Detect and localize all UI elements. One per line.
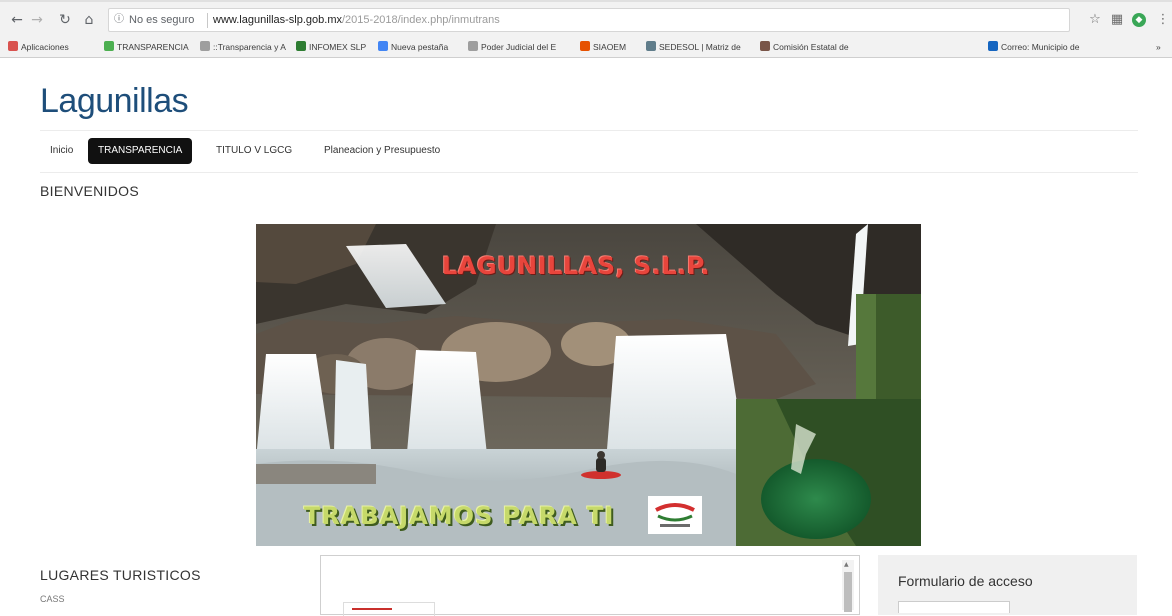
page-icon: [468, 41, 478, 51]
reload-icon[interactable]: ↻: [56, 11, 74, 29]
content-tab[interactable]: [343, 602, 435, 616]
bookmark-sedesol[interactable]: SEDESOL | Matriz de: [646, 36, 741, 58]
content-frame: [320, 555, 860, 616]
bookmark-label: Poder Judicial del E: [481, 42, 557, 52]
bookmarks-overflow[interactable]: »: [1156, 36, 1161, 58]
address-separator: [207, 13, 208, 28]
menu-icon[interactable]: ⋮: [1154, 11, 1172, 29]
bookmark-label: Correo: Municipio de: [1001, 42, 1080, 52]
bookmark-icon: [646, 41, 656, 51]
bookmark-transparencia-a[interactable]: ::Transparencia y A: [200, 36, 286, 58]
security-label: No es seguro: [129, 14, 195, 26]
scroll-thumb[interactable]: [844, 572, 852, 612]
star-icon[interactable]: ☆: [1086, 11, 1104, 29]
menu-item-titulo-v-lgcg[interactable]: TITULO V LGCG: [206, 138, 302, 164]
mail-icon: [988, 41, 998, 51]
bookmark-label: ::Transparencia y A: [213, 42, 286, 52]
sidebar-item[interactable]: CASS: [40, 594, 65, 604]
bookmark-aplicaciones[interactable]: Aplicaciones: [8, 36, 69, 58]
bookmark-label: INFOMEX SLP: [309, 42, 367, 52]
sidebar-heading: LUGARES TURISTICOS: [40, 567, 201, 583]
scroll-up-icon[interactable]: ▲: [844, 561, 849, 568]
menu-item-inicio[interactable]: Inicio: [40, 138, 83, 164]
bookmark-label: Nueva pestaña: [391, 42, 449, 52]
login-title: Formulario de acceso: [898, 573, 1033, 589]
browser-toolbar: ← → ↻ ⌂ ⓘ No es seguro www.lagunillas-sl…: [0, 0, 1172, 36]
back-icon[interactable]: ←: [8, 11, 26, 29]
extension-green-icon[interactable]: ◆: [1132, 13, 1146, 27]
address-bar[interactable]: ⓘ No es seguro www.lagunillas-slp.gob.mx…: [108, 8, 1070, 32]
bookmark-nueva-pestana[interactable]: Nueva pestaña: [378, 36, 448, 58]
site-title[interactable]: Lagunillas: [40, 82, 189, 121]
bookmark-poder-judicial[interactable]: Poder Judicial del E: [468, 36, 556, 58]
login-panel: Formulario de acceso: [878, 555, 1137, 615]
bookmark-transparencia[interactable]: TRANSPARENCIA: [104, 36, 189, 58]
bookmark-siaoem[interactable]: SIAOEM: [580, 36, 626, 58]
google-icon: [378, 41, 388, 51]
welcome-heading: BIENVENIDOS: [40, 183, 139, 199]
divider: [40, 130, 1138, 131]
content-scrollbar[interactable]: ▲: [842, 560, 854, 612]
menu-item-planeacion[interactable]: Planeacion y Presupuesto: [314, 138, 450, 164]
divider: [40, 172, 1138, 173]
bookmark-infomex[interactable]: INFOMEX SLP: [296, 36, 366, 58]
globe-icon: [296, 41, 306, 51]
url-host: www.lagunillas-slp.gob.mx: [213, 14, 342, 26]
banner-title: LAGUNILLAS, S.L.P.: [442, 252, 711, 280]
bookmark-label: TRANSPARENCIA: [117, 42, 189, 52]
menu-item-transparencia[interactable]: TRANSPARENCIA: [88, 138, 193, 164]
home-icon[interactable]: ⌂: [80, 11, 98, 29]
bookmarks-bar: Aplicaciones TRANSPARENCIA ::Transparenc…: [0, 36, 1172, 58]
apps-icon: [8, 41, 18, 51]
bookmark-icon: [760, 41, 770, 51]
info-icon[interactable]: ⓘ: [114, 9, 124, 31]
username-field[interactable]: [898, 601, 1010, 613]
page-icon: [200, 41, 210, 51]
bookmark-label: SEDESOL | Matriz de: [659, 42, 741, 52]
url-path: /2015-2018/index.php/inmutrans: [342, 14, 500, 26]
banner-image: LAGUNILLAS, S.L.P. TRABAJAMOS PARA TI: [256, 224, 921, 546]
banner-slogan: TRABAJAMOS PARA TI: [304, 502, 615, 530]
bookmark-correo[interactable]: Correo: Municipio de: [988, 36, 1079, 58]
url-text: www.lagunillas-slp.gob.mx/2015-2018/inde…: [213, 9, 500, 31]
bookmark-label: Comisión Estatal de: [773, 42, 849, 52]
forward-icon[interactable]: →: [28, 11, 46, 29]
bookmark-label: SIAOEM: [593, 42, 627, 52]
extension-icon[interactable]: ▦: [1108, 11, 1126, 29]
bookmark-comision[interactable]: Comisión Estatal de: [760, 36, 849, 58]
bookmark-icon: [104, 41, 114, 51]
bookmark-icon: [580, 41, 590, 51]
bookmark-label: Aplicaciones: [21, 42, 69, 52]
